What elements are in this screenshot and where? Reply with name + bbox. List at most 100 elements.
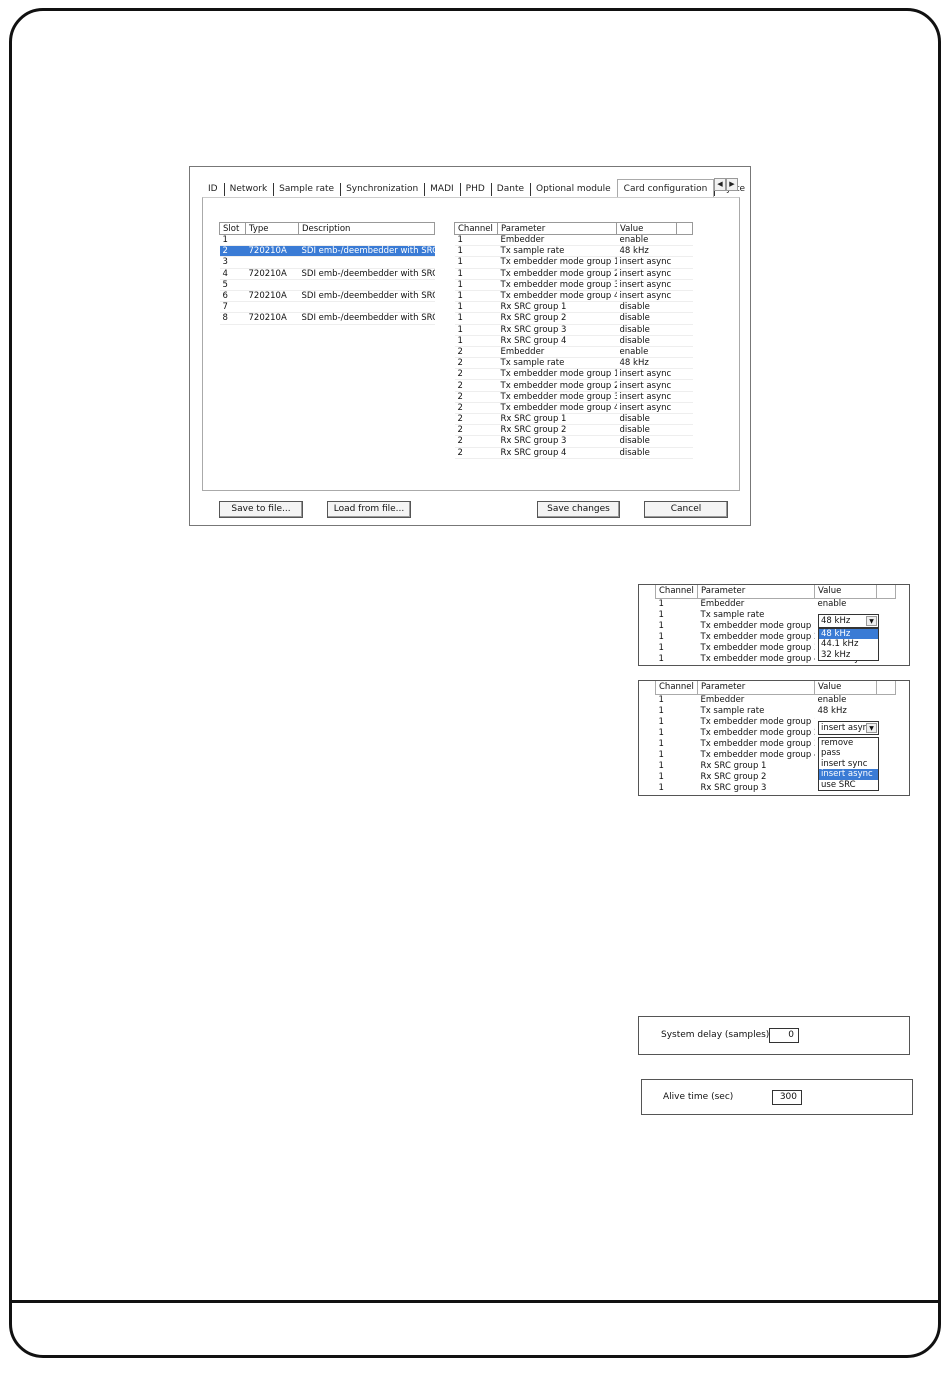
table-row[interactable]: 2 Rx SRC group 1 disable	[454, 413, 693, 426]
table-row[interactable]: 5	[219, 279, 435, 291]
table-row[interactable]: 8 720210A SDI emb-/deembedder with SRC	[219, 312, 435, 325]
dropdown-option[interactable]: insert sync	[819, 759, 878, 769]
embedder-mode-combo[interactable]: insert asyn ▼	[818, 721, 879, 735]
table-row[interactable]: 2 Rx SRC group 4 disable	[454, 447, 693, 459]
table-row[interactable]: 1 Rx SRC group 1 disable	[454, 301, 693, 314]
dropdown-option[interactable]: insert async	[819, 769, 878, 780]
table-cell	[245, 234, 299, 247]
column-header[interactable]: Description	[298, 222, 435, 235]
table-cell: 720210A	[245, 245, 299, 258]
chevron-down-icon[interactable]: ▼	[866, 723, 877, 733]
table-row[interactable]: 1 Embedder enable	[656, 694, 896, 705]
table-row[interactable]: 7	[219, 301, 435, 314]
table-cell-spacer	[676, 447, 693, 459]
tab-card-configuration[interactable]: Card configuration	[616, 179, 715, 197]
sample-rate-combo[interactable]: 48 kHz ▼	[818, 614, 879, 628]
table-row[interactable]: 1 Rx SRC group 2 disable	[454, 312, 693, 325]
table-cell-spacer	[877, 642, 896, 653]
column-header[interactable]: Channel	[655, 681, 698, 695]
save-to-file-button[interactable]: Save to file...	[219, 501, 303, 518]
table-row[interactable]: 1 Embedder enable	[454, 234, 693, 247]
dropdown-option[interactable]: remove	[819, 738, 878, 748]
embedder-mode-dropdown-panel: Channel Parameter Value 1 Embedder enable 1 Tx…	[638, 680, 910, 796]
table-row[interactable]: 2 Embedder enable	[454, 346, 693, 359]
column-header[interactable]: Value	[814, 681, 877, 695]
table-row[interactable]: 1 Rx SRC group 4 disable	[454, 335, 693, 347]
tab-madi[interactable]: MADI	[424, 181, 460, 197]
table-row[interactable]: 1 Tx sample rate 48 kHz	[656, 705, 896, 716]
column-header[interactable]: Parameter	[697, 681, 815, 695]
table-cell-spacer	[877, 705, 896, 716]
tab-scroll-left-icon[interactable]: ◀	[714, 178, 726, 191]
table-cell: Rx SRC group 1	[497, 301, 617, 314]
load-from-file-button[interactable]: Load from file...	[327, 501, 411, 518]
table-row[interactable]: 4 720210A SDI emb-/deembedder with SRC	[219, 268, 435, 280]
chevron-down-icon[interactable]: ▼	[866, 616, 877, 626]
column-header[interactable]: Slot	[219, 222, 246, 235]
column-header[interactable]: Value	[616, 222, 677, 235]
column-header[interactable]: Type	[245, 222, 299, 235]
table-cell: insert async	[616, 279, 677, 291]
table-cell: Tx embedder mode group 2	[497, 268, 617, 280]
dropdown-option[interactable]: 48 kHz	[819, 629, 878, 640]
table-cell: enable	[616, 234, 677, 247]
table-row[interactable]: 2 Tx embedder mode group 3 insert async	[454, 391, 693, 403]
table-cell: Tx embedder mode group 4	[700, 653, 815, 664]
table-row[interactable]: 1 Tx sample rate 48 kHz	[454, 245, 693, 258]
tab-dante[interactable]: Dante	[490, 181, 530, 197]
table-row[interactable]: 1Rx SRC group 3disable	[454, 324, 693, 336]
table-cell-spacer	[877, 620, 896, 631]
column-header[interactable]: Value	[814, 585, 877, 599]
tab-network[interactable]: Network	[223, 181, 274, 197]
table-row[interactable]: 1 Embedder enable	[656, 598, 896, 609]
tab-id[interactable]: ID	[202, 181, 224, 197]
tab-scroll-right-icon[interactable]: ▶	[726, 178, 738, 191]
system-delay-panel: System delay (samples) 0	[638, 1016, 910, 1055]
table-row[interactable]: 1	[219, 234, 435, 247]
table-cell: 1	[658, 705, 664, 716]
save-changes-button[interactable]: Save changes	[537, 501, 620, 518]
table-cell: 2	[454, 435, 498, 448]
dropdown-option[interactable]: 32 kHz	[819, 650, 878, 660]
table-row[interactable]: 2 720210A SDI emb-/deembedder with SRC	[219, 245, 435, 258]
tab-synchronization[interactable]: Synchronization	[340, 181, 424, 197]
table-row[interactable]: 2 Tx sample rate 48 kHz	[454, 357, 693, 370]
table-cell: 2	[454, 346, 498, 359]
alive-time-input[interactable]: 300	[772, 1090, 802, 1105]
tab-phd[interactable]: PHD	[459, 181, 491, 197]
table-cell-spacer	[676, 424, 693, 437]
dropdown-option[interactable]: use SRC	[819, 780, 878, 790]
table-row[interactable]: 2 Tx embedder mode group 1 insert async	[454, 368, 693, 381]
column-header[interactable]: Channel	[655, 585, 698, 599]
slot-table: Slot Type Description 1 2 720210A SDI emb-/de…	[219, 222, 435, 325]
table-row[interactable]: 1 Tx embedder mode group 3 insert async	[454, 279, 693, 291]
table-row[interactable]: 2 Tx embedder mode group 2 insert async	[454, 379, 693, 392]
table-row[interactable]: 3	[219, 256, 435, 269]
table-cell: Embedder	[700, 694, 745, 705]
dropdown-option[interactable]: 44.1 kHz	[819, 639, 878, 649]
table-cell: Tx embedder mode group 2	[497, 379, 617, 392]
table-cell	[245, 256, 299, 269]
column-header[interactable]: Parameter	[497, 222, 617, 235]
tab-optional-module[interactable]: Optional module	[530, 181, 617, 197]
table-row[interactable]: 2 Rx SRC group 3 disable	[454, 435, 693, 448]
table-row[interactable]: 6 720210A SDI emb-/deembedder with SRC	[219, 290, 435, 303]
tab-sample-rate[interactable]: Sample rate	[273, 181, 340, 197]
column-header[interactable]: Channel	[454, 222, 498, 235]
table-cell: disable	[616, 435, 677, 448]
table-cell: 1	[658, 749, 664, 760]
table-row[interactable]: 1 Tx embedder mode group 2 insert async	[454, 268, 693, 280]
table-cell	[298, 234, 435, 247]
table-row[interactable]: 2 Rx SRC group 2 disable	[454, 424, 693, 437]
table-row[interactable]: 1 Tx embedder mode group 1 insert async	[454, 256, 693, 269]
table-cell: 2	[219, 245, 246, 258]
table-row[interactable]: 1Tx embedder mode group 4insert async	[454, 290, 693, 303]
cancel-button[interactable]: Cancel	[644, 501, 728, 518]
table-cell: disable	[616, 424, 677, 437]
system-delay-input[interactable]: 0	[769, 1028, 799, 1043]
embedder-mode-combo-value: insert asyn	[821, 723, 868, 733]
table-cell-spacer	[676, 357, 693, 370]
table-row[interactable]: 2 Tx embedder mode group 4 insert async	[454, 402, 693, 415]
column-header[interactable]: Parameter	[697, 585, 815, 599]
dropdown-option[interactable]: pass	[819, 748, 878, 758]
